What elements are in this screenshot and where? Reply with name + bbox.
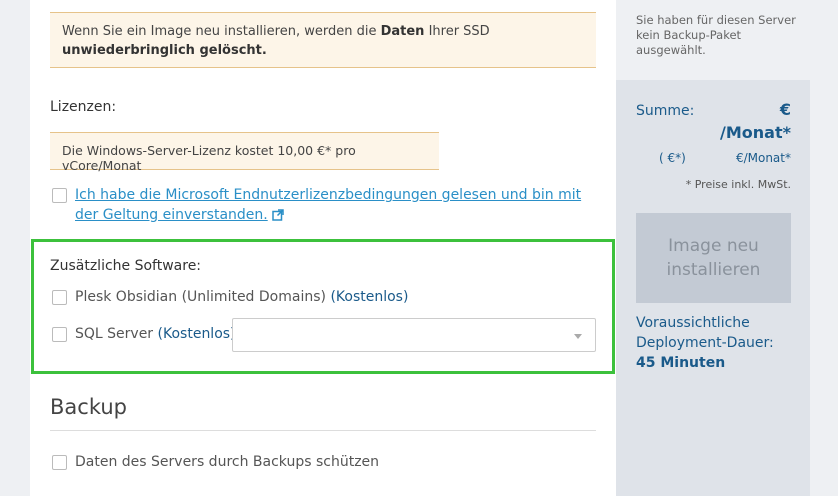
license-info-box: Die Windows-Server-Lizenz kostet 10,00 €… bbox=[50, 132, 439, 173]
deployment-duration: Voraussichtliche Deployment-Dauer: 45 Mi… bbox=[636, 313, 796, 373]
reinstall-image-button[interactable]: Image neu installieren bbox=[636, 213, 791, 303]
sum-sub-left: ( €*) bbox=[659, 151, 686, 165]
deployment-label: Voraussichtliche Deployment-Dauer: bbox=[636, 315, 774, 351]
order-summary-sidebar: Sie haben für diesen Server kein Backup-… bbox=[616, 0, 810, 496]
warning-strong-data: Daten bbox=[380, 24, 425, 39]
external-link-icon bbox=[271, 207, 284, 227]
vat-note: * Preise inkl. MwSt. bbox=[685, 178, 791, 191]
warning-text-2: Ihrer SSD bbox=[424, 24, 490, 39]
licenses-label: Lizenzen: bbox=[50, 99, 117, 115]
sum-currency: € bbox=[779, 100, 791, 119]
backup-option-label[interactable]: Daten des Servers durch Backups schützen bbox=[75, 454, 379, 470]
eula-checkbox[interactable] bbox=[52, 188, 67, 203]
warning-text: Wenn Sie ein Image neu installieren, wer… bbox=[62, 24, 381, 39]
eula-link[interactable]: Ich habe die Microsoft Endnutzerlizenzbe… bbox=[75, 185, 600, 227]
backup-divider bbox=[50, 430, 596, 431]
deployment-value: 45 Minuten bbox=[636, 355, 726, 371]
sum-label: Summe: bbox=[636, 103, 695, 119]
backup-checkbox[interactable] bbox=[52, 455, 67, 470]
warning-strong-deleted: unwiederbringlich gelöscht. bbox=[62, 43, 267, 58]
sum-sub-right: €/Monat* bbox=[735, 151, 791, 165]
sum-period: /Monat* bbox=[720, 123, 791, 142]
sidebar-note-area: Sie haben für diesen Server kein Backup-… bbox=[616, 0, 810, 80]
backup-section-title: Backup bbox=[50, 395, 127, 419]
additional-software-highlight bbox=[31, 239, 615, 374]
eula-link-text[interactable]: Ich habe die Microsoft Endnutzerlizenzbe… bbox=[75, 187, 581, 223]
ssd-warning-box: Wenn Sie ein Image neu installieren, wer… bbox=[50, 12, 596, 68]
backup-note: Sie haben für diesen Server kein Backup-… bbox=[636, 13, 796, 57]
